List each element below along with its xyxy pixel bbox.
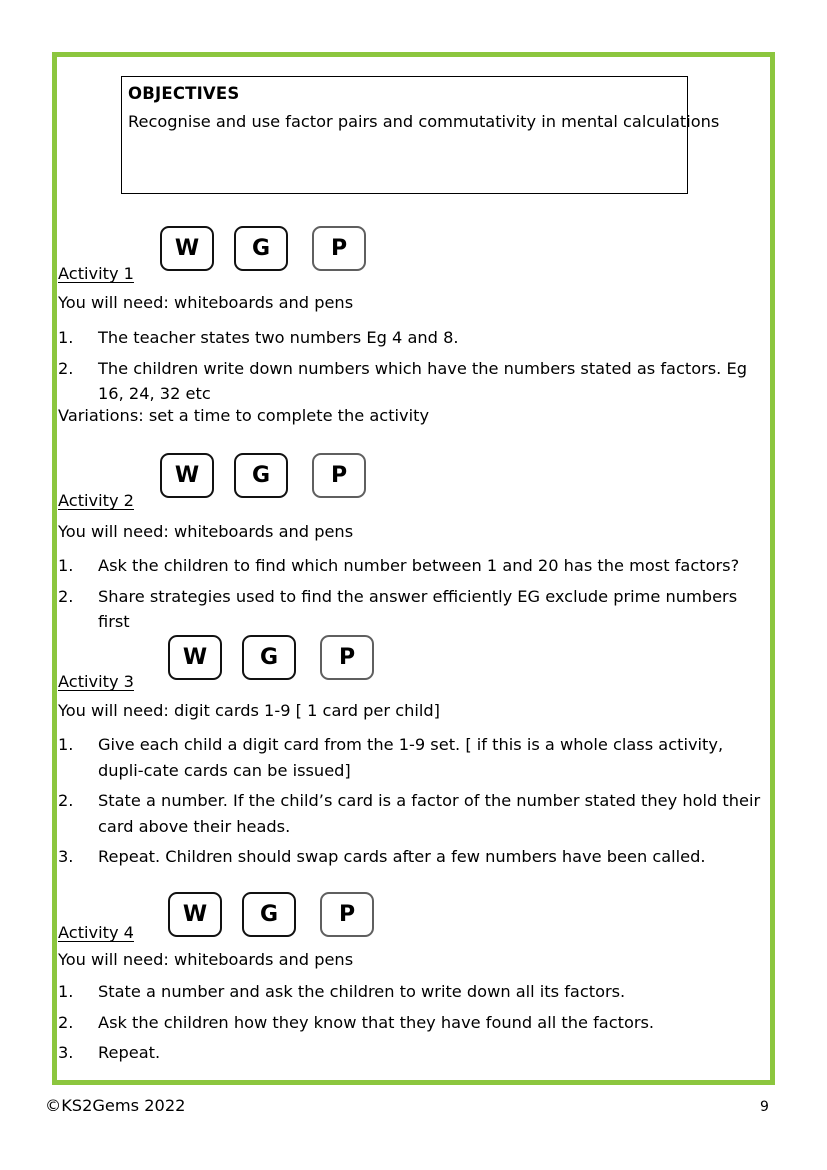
- list-item: 1. The teacher states two numbers Eg 4 a…: [58, 325, 770, 351]
- list-item-text: State a number. If the child’s card is a…: [98, 791, 761, 836]
- list-item-text: Give each child a digit card from the 1-…: [98, 735, 724, 780]
- footer-copyright: ©KS2Gems 2022: [45, 1096, 186, 1115]
- list-item-number: 3.: [58, 847, 74, 866]
- objectives-heading: OBJECTIVES: [128, 84, 240, 103]
- activity-steps-2: 1. Ask the children to find which number…: [58, 553, 770, 640]
- list-item: 1. Ask the children to find which number…: [58, 553, 770, 579]
- badge-paired: P: [320, 635, 374, 680]
- badge-paired: P: [312, 453, 366, 498]
- badge-group: G: [242, 635, 296, 680]
- list-item-number: 1.: [58, 735, 74, 754]
- badge-whole-class: W: [160, 453, 214, 498]
- list-item: 1. Give each child a digit card from the…: [58, 732, 770, 783]
- list-item-number: 1.: [58, 328, 74, 347]
- activity-steps-1: 1. The teacher states two numbers Eg 4 a…: [58, 325, 770, 412]
- list-item: 2. The children write down numbers which…: [58, 356, 770, 407]
- list-item-text: The teacher states two numbers Eg 4 and …: [98, 328, 459, 347]
- badge-group: G: [234, 453, 288, 498]
- activity-steps-3: 1. Give each child a digit card from the…: [58, 732, 770, 875]
- badge-whole-class: W: [168, 635, 222, 680]
- activity-title-4: Activity 4: [58, 923, 134, 942]
- badge-group: G: [234, 226, 288, 271]
- badge-group: G: [242, 892, 296, 937]
- activity-resources-2: You will need: whiteboards and pens: [58, 522, 354, 541]
- activity-steps-4: 1. State a number and ask the children t…: [58, 979, 770, 1071]
- objectives-text: Recognise and use factor pairs and commu…: [128, 112, 720, 131]
- list-item-text: Share strategies used to find the answer…: [98, 586, 738, 632]
- list-item-number: 2.: [58, 1012, 74, 1032]
- list-item-text: State a number and ask the children to w…: [98, 982, 626, 1001]
- badge-paired: P: [320, 892, 374, 937]
- objectives-box: OBJECTIVES Recognise and use factor pair…: [121, 76, 720, 194]
- activity-resources-3: You will need: digit cards 1-9 [ 1 card …: [58, 701, 440, 720]
- list-item-number: 1.: [58, 556, 74, 575]
- list-item-text: Ask the children to find which number be…: [98, 556, 740, 575]
- list-item: 1. State a number and ask the children t…: [58, 979, 770, 1005]
- list-item: 3. Repeat. Children should swap cards af…: [58, 844, 770, 870]
- worksheet-page: OBJECTIVES Recognise and use factor pair…: [0, 0, 827, 1170]
- activity-title-3: Activity 3: [58, 672, 134, 691]
- badge-whole-class: W: [160, 226, 214, 271]
- list-item-text: Repeat. Children should swap cards after…: [98, 847, 706, 866]
- list-item: 2. Ask the children how they know that t…: [58, 1010, 770, 1036]
- activity-title-2: Activity 2: [58, 491, 134, 510]
- list-item-number: 2.: [58, 358, 74, 378]
- list-item: 2. State a number. If the child’s card i…: [58, 788, 770, 839]
- list-item: 2. Share strategies used to find the ans…: [58, 584, 770, 635]
- list-item-number: 2.: [58, 586, 74, 606]
- activity-resources-1: You will need: whiteboards and pens: [58, 293, 354, 312]
- badge-paired: P: [312, 226, 366, 271]
- list-item-text: Repeat.: [98, 1043, 161, 1062]
- footer-page-number: 9: [760, 1099, 769, 1115]
- list-item-number: 2.: [58, 791, 74, 810]
- list-item-text: The children write down numbers which ha…: [98, 358, 747, 404]
- activity-note-1: Variations: set a time to complete the a…: [58, 406, 430, 425]
- list-item-number: 1.: [58, 982, 74, 1001]
- list-item-number: 3.: [58, 1043, 74, 1062]
- badge-whole-class: W: [168, 892, 222, 937]
- list-item-text: Ask the children how they know that they…: [98, 1012, 655, 1032]
- activity-resources-4: You will need: whiteboards and pens: [58, 950, 354, 969]
- list-item: 3. Repeat.: [58, 1040, 770, 1066]
- activity-title-1: Activity 1: [58, 264, 134, 283]
